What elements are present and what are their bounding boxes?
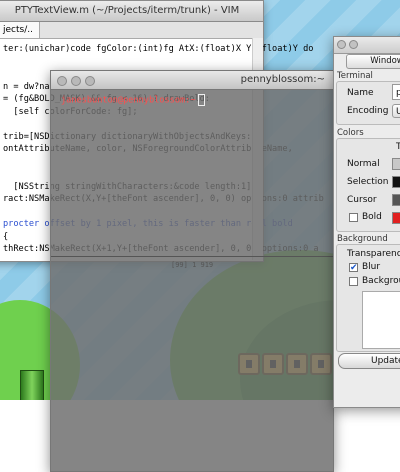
terminal-titlebar[interactable]: pennyblossom:~ [51, 71, 333, 90]
terminal-window[interactable]: pennyblossom:~ janesbunton@pennyblossom:… [50, 70, 334, 472]
vim-tabbar: jects/.. [0, 22, 263, 39]
colors-column-header: Te [396, 142, 400, 152]
normal-color-well[interactable] [392, 158, 400, 170]
terminal-divider [51, 256, 333, 257]
background-image-well[interactable] [362, 291, 400, 349]
prefs-minimize-button[interactable] [349, 40, 358, 49]
prefs-titlebar[interactable] [334, 37, 400, 54]
background-section-label: Background [337, 234, 388, 244]
background-image-label: Backgroun [362, 276, 400, 286]
cursor-label: Cursor [347, 195, 377, 205]
name-field[interactable]: pe [392, 84, 400, 100]
code-line: ter:(unichar)code fgColor:(int)fg AtX:(f… [3, 44, 314, 54]
blur-checkbox[interactable]: ✔ [349, 263, 358, 273]
terminal-title: pennyblossom:~ [240, 74, 325, 85]
window-controls [57, 75, 99, 93]
encoding-label: Encoding [347, 106, 389, 116]
preferences-panel[interactable]: Window Terminal Name pe Encoding U Color… [333, 36, 400, 408]
vim-tab[interactable]: jects/.. [0, 22, 40, 38]
terminal-cursor [197, 94, 205, 106]
background-image-checkbox[interactable] [349, 277, 358, 286]
terminal-status: [99] 1 919 [171, 261, 214, 269]
cursor-color-well[interactable] [392, 194, 400, 206]
zoom-button[interactable] [85, 76, 95, 86]
normal-label: Normal [347, 159, 380, 169]
terminal-section-label: Terminal [337, 71, 373, 81]
update-button[interactable]: Update [338, 353, 400, 369]
encoding-popup[interactable]: U [392, 104, 400, 118]
bold-color-well[interactable] [392, 212, 400, 224]
close-button[interactable] [57, 76, 67, 86]
minimize-button[interactable] [71, 76, 81, 86]
blur-label: Blur [362, 262, 381, 272]
colors-section-label: Colors [337, 128, 364, 138]
green-pipe [20, 370, 44, 400]
transparency-label: Transparency [347, 249, 400, 259]
window-button[interactable]: Window [346, 54, 400, 69]
selection-color-well[interactable] [392, 176, 400, 188]
bold-checkbox[interactable] [349, 213, 358, 222]
terminal-prompt: janesbunton@pennyblossom:~ [61, 95, 196, 106]
prefs-close-button[interactable] [337, 40, 346, 49]
name-label: Name [347, 88, 374, 98]
vim-title: PTYTextView.m (~/Projects/iterm/trunk) -… [14, 5, 240, 16]
bold-label: Bold [362, 212, 382, 222]
vim-titlebar[interactable]: PTYTextView.m (~/Projects/iterm/trunk) -… [0, 1, 263, 22]
selection-label: Selection [347, 177, 389, 187]
